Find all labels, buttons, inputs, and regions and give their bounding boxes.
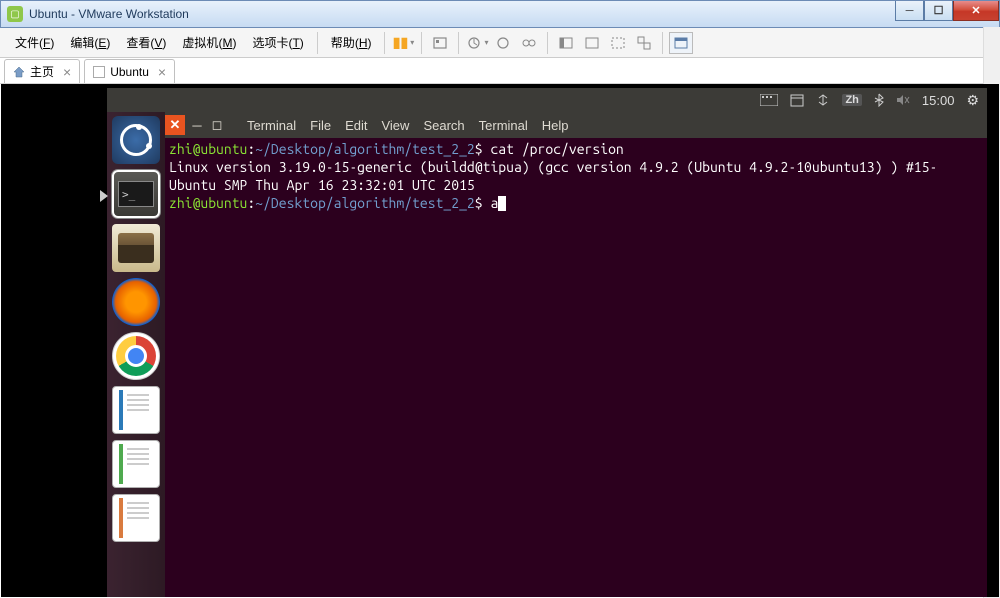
terminal-menu-help[interactable]: Help: [542, 118, 569, 133]
separator: [547, 32, 548, 54]
home-icon: [13, 66, 25, 78]
snapshot-button[interactable]: [465, 32, 489, 54]
terminal-menu-edit[interactable]: Edit: [345, 118, 367, 133]
terminal-close-button[interactable]: ✕: [165, 115, 185, 135]
maximize-button[interactable]: ☐: [924, 1, 953, 21]
close-button[interactable]: ✕: [953, 1, 999, 21]
output-text: Linux version 3.19.0-15-generic (buildd@…: [169, 159, 937, 193]
unity-button[interactable]: [632, 32, 656, 54]
bluetooth-indicator-icon[interactable]: [874, 93, 884, 107]
unity-launcher: [107, 112, 165, 597]
snapshot-manage-button[interactable]: [517, 32, 541, 54]
separator: [317, 32, 318, 54]
clock-indicator[interactable]: 15:00: [922, 93, 955, 108]
terminal-menu-terminal[interactable]: Terminal: [247, 118, 296, 133]
layout-single-button[interactable]: [580, 32, 604, 54]
libreoffice-calc-icon[interactable]: [112, 440, 160, 488]
terminal-launcher-icon[interactable]: [112, 170, 160, 218]
vmware-tab-bar: 主页 × Ubuntu ×: [0, 58, 1000, 84]
guest-display: Zh 15:00 ⚙ ✕ ─ ◻ Terminal File Edit View: [1, 84, 999, 597]
vmware-icon: ▢: [7, 6, 23, 22]
menu-view[interactable]: 查看(V): [119, 30, 173, 55]
window-titlebar: ▢ Ubuntu - VMware Workstation ─ ☐ ✕: [0, 0, 1000, 28]
ime-indicator[interactable]: Zh: [842, 94, 861, 106]
power-button[interactable]: ▮▮: [391, 32, 415, 54]
vmware-menubar: 文件(F) 编辑(E) 查看(V) 虚拟机(M) 选项卡(T) 帮助(H) ▮▮: [0, 28, 1000, 58]
terminal-menu-terminal2[interactable]: Terminal: [479, 118, 528, 133]
prompt-path: ~/Desktop/algorithm/test_2_2: [255, 195, 475, 211]
files-launcher-icon[interactable]: [112, 224, 160, 272]
menu-tabs[interactable]: 选项卡(T): [245, 30, 310, 55]
minimize-button[interactable]: ─: [895, 1, 924, 21]
fullscreen-button[interactable]: [606, 32, 630, 54]
menu-vm[interactable]: 虚拟机(M): [175, 30, 243, 55]
separator: [458, 32, 459, 54]
dash-icon[interactable]: [112, 116, 160, 164]
menu-edit[interactable]: 编辑(E): [63, 30, 117, 55]
terminal-menu-file[interactable]: File: [310, 118, 331, 133]
separator: [662, 32, 663, 54]
terminal-menubar: Terminal File Edit View Search Terminal …: [247, 118, 569, 133]
terminal-minimize-button[interactable]: ─: [187, 115, 207, 135]
libreoffice-writer-icon[interactable]: [112, 386, 160, 434]
tab-close-icon[interactable]: ×: [158, 64, 166, 80]
prompt-user: zhi@ubuntu: [169, 195, 247, 211]
tab-ubuntu-label: Ubuntu: [110, 65, 149, 79]
chromium-launcher-icon[interactable]: [112, 332, 160, 380]
network-indicator-icon[interactable]: [816, 93, 830, 107]
ubuntu-vm-icon: [93, 66, 105, 78]
tab-ubuntu[interactable]: Ubuntu ×: [84, 59, 175, 83]
command-1: cat /proc/version: [490, 141, 623, 157]
prompt-user: zhi@ubuntu: [169, 141, 247, 157]
sound-indicator-icon[interactable]: [896, 94, 910, 106]
calendar-indicator-icon[interactable]: [790, 93, 804, 107]
layout-sidebar-button[interactable]: [554, 32, 578, 54]
cursor: [498, 196, 506, 211]
firefox-launcher-icon[interactable]: [112, 278, 160, 326]
terminal-window: ✕ ─ ◻ Terminal File Edit View Search Ter…: [165, 112, 987, 597]
menu-help[interactable]: 帮助(H): [324, 30, 379, 55]
send-ctrlaltdel-button[interactable]: [428, 32, 452, 54]
prompt-path: ~/Desktop/algorithm/test_2_2: [255, 141, 475, 157]
libreoffice-impress-icon[interactable]: [112, 494, 160, 542]
separator: [384, 32, 385, 54]
terminal-maximize-button[interactable]: ◻: [207, 115, 227, 135]
window-title-text: Ubuntu - VMware Workstation: [29, 7, 189, 21]
tab-home[interactable]: 主页 ×: [4, 59, 80, 83]
separator: [421, 32, 422, 54]
terminal-titlebar[interactable]: ✕ ─ ◻ Terminal File Edit View Search Ter…: [165, 112, 987, 138]
session-indicator-icon[interactable]: ⚙: [966, 92, 979, 109]
menu-file[interactable]: 文件(F): [8, 30, 61, 55]
terminal-menu-search[interactable]: Search: [423, 118, 464, 133]
ubuntu-top-panel: Zh 15:00 ⚙: [107, 88, 987, 112]
command-2: a: [490, 195, 498, 211]
tab-close-icon[interactable]: ×: [63, 64, 71, 80]
terminal-body[interactable]: zhi@ubuntu:~/Desktop/algorithm/test_2_2$…: [165, 138, 987, 597]
keyboard-indicator-icon[interactable]: [760, 94, 778, 106]
thumbnail-bar-button[interactable]: [669, 32, 693, 54]
terminal-menu-view[interactable]: View: [381, 118, 409, 133]
snapshot-take-button[interactable]: [491, 32, 515, 54]
tab-home-label: 主页: [30, 63, 54, 80]
